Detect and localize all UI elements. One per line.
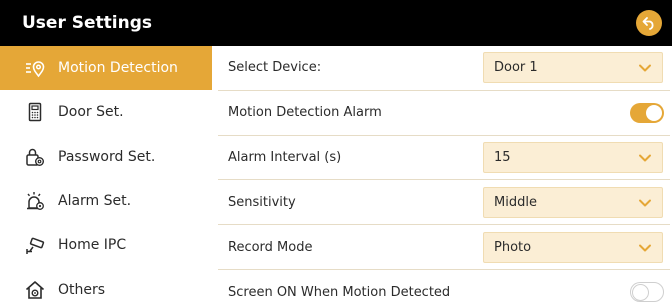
screen-on-label: Screen ON When Motion Detected — [228, 284, 451, 300]
record-mode-row: Record Mode Photo — [218, 225, 670, 270]
sidebar-item-alarm-set[interactable]: Alarm Set. — [0, 179, 212, 223]
back-arrow-icon — [642, 17, 654, 30]
select-device-row: Select Device: Door 1 — [218, 46, 670, 91]
sidebar: Motion Detection Door Set. Password Set. — [0, 46, 212, 308]
chevron-down-icon — [639, 199, 651, 207]
sidebar-item-motion-detection[interactable]: Motion Detection — [0, 46, 212, 91]
select-device-value: Door 1 — [494, 60, 538, 76]
sidebar-item-label: Home IPC — [58, 237, 127, 254]
home-gear-icon — [24, 279, 46, 301]
alarm-interval-dropdown[interactable]: 15 — [483, 141, 663, 173]
alarm-icon — [24, 190, 46, 212]
record-mode-value: Photo — [494, 239, 532, 255]
alarm-interval-value: 15 — [494, 149, 511, 165]
lock-icon — [24, 146, 46, 168]
toggle-knob — [646, 104, 662, 121]
sidebar-item-door-set[interactable]: Door Set. — [0, 90, 212, 134]
record-mode-label: Record Mode — [228, 239, 313, 255]
sensitivity-row: Sensitivity Middle — [218, 180, 670, 226]
sidebar-item-label: Motion Detection — [58, 60, 178, 77]
sidebar-item-label: Others — [58, 281, 106, 298]
sidebar-item-label: Alarm Set. — [58, 193, 132, 210]
motion-alarm-row: Motion Detection Alarm — [218, 91, 670, 136]
alarm-interval-row: Alarm Interval (s) 15 — [218, 136, 670, 181]
alarm-interval-label: Alarm Interval (s) — [228, 149, 342, 165]
page-title: User Settings — [22, 13, 152, 33]
title-bar: User Settings — [0, 0, 672, 46]
sidebar-item-others[interactable]: Others — [0, 267, 212, 308]
screen-on-row: Screen ON When Motion Detected — [218, 270, 670, 308]
select-device-label: Select Device: — [228, 60, 322, 76]
chevron-down-icon — [639, 154, 651, 162]
motion-detection-icon — [24, 57, 46, 79]
chevron-down-icon — [639, 244, 651, 252]
sensitivity-value: Middle — [494, 194, 537, 210]
select-device-dropdown[interactable]: Door 1 — [483, 52, 663, 84]
settings-panel: Select Device: Door 1 Motion Detection A… — [212, 46, 672, 308]
record-mode-dropdown[interactable]: Photo — [483, 231, 663, 263]
sensitivity-label: Sensitivity — [228, 194, 296, 210]
back-button[interactable] — [636, 10, 662, 36]
motion-alarm-label: Motion Detection Alarm — [228, 105, 382, 121]
screen-on-toggle[interactable] — [630, 282, 664, 303]
sensitivity-dropdown[interactable]: Middle — [483, 186, 663, 218]
camera-icon — [24, 234, 46, 256]
door-panel-icon — [24, 101, 46, 123]
sidebar-item-home-ipc[interactable]: Home IPC — [0, 223, 212, 267]
motion-alarm-toggle[interactable] — [630, 102, 664, 123]
toggle-knob — [632, 284, 649, 302]
chevron-down-icon — [639, 64, 651, 72]
sidebar-item-label: Password Set. — [58, 148, 156, 165]
sidebar-item-password-set[interactable]: Password Set. — [0, 135, 212, 179]
sidebar-item-label: Door Set. — [58, 104, 124, 121]
